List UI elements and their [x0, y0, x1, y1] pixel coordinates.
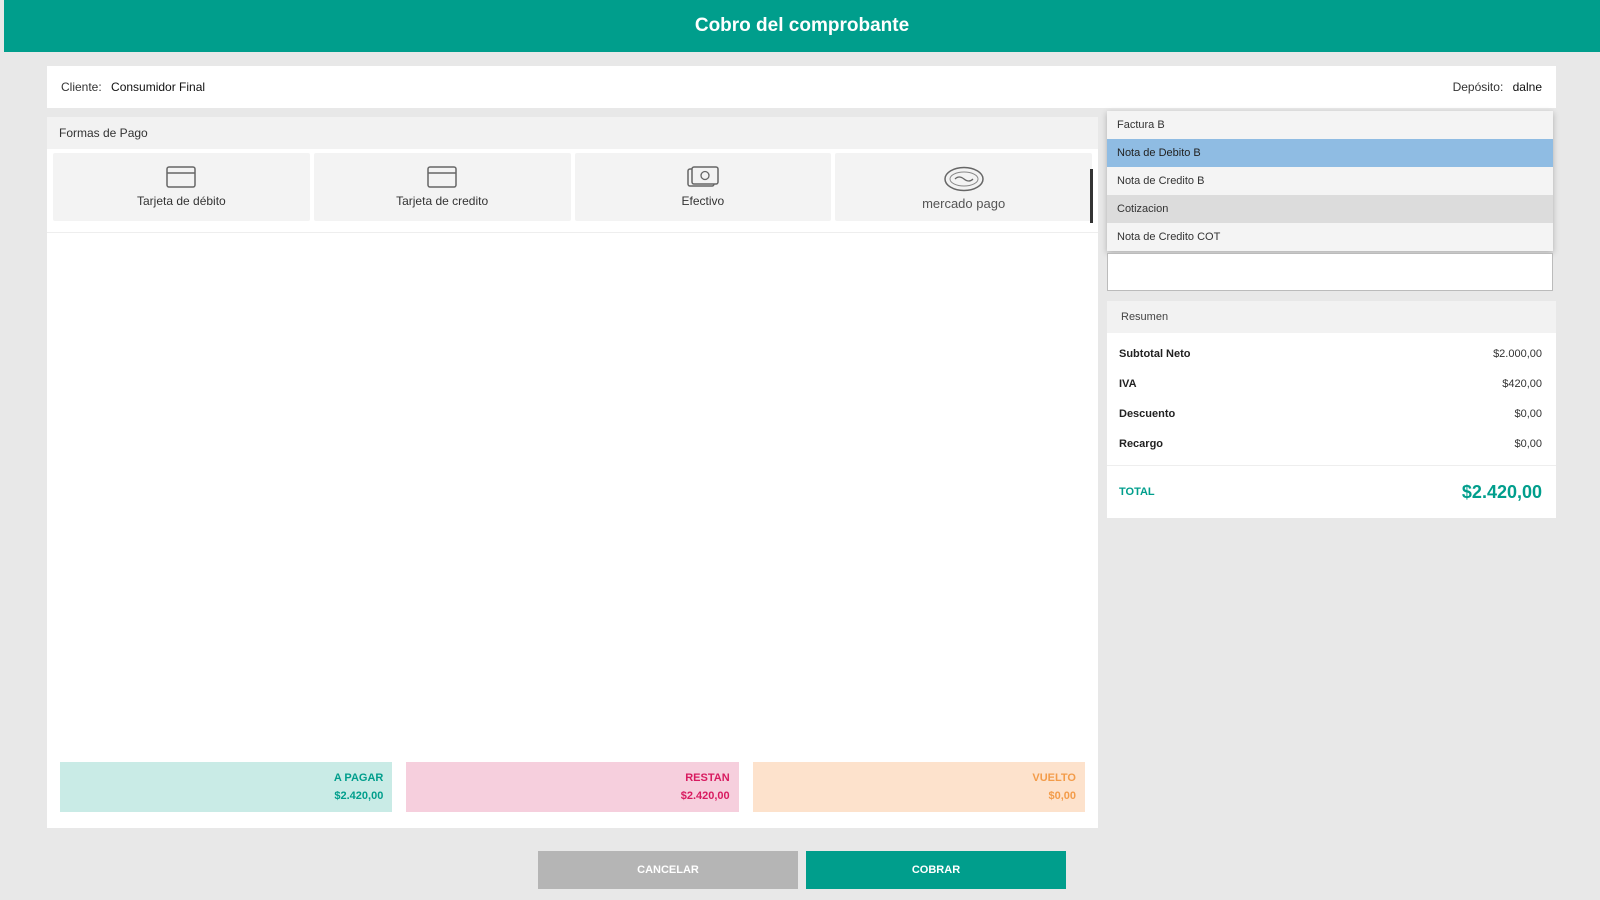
summary-row-label: IVA: [1119, 378, 1137, 390]
payment-method-cash[interactable]: Efectivo: [574, 153, 832, 221]
deposit-info: Depósito: dalne: [1453, 80, 1542, 94]
dialog-title-bar: Cobro del comprobante: [4, 0, 1600, 52]
remaining-value: $2.420,00: [680, 790, 730, 802]
summary-header: Resumen: [1107, 301, 1556, 333]
voucher-type-dropdown[interactable]: Factura B Nota de Debito B Nota de Credi…: [1107, 111, 1553, 251]
payment-method-debit-card[interactable]: Tarjeta de débito: [53, 153, 310, 221]
methods-scrollbar[interactable]: [1090, 169, 1093, 223]
payment-method-label: Efectivo: [681, 194, 725, 208]
credit-card-icon: [166, 166, 197, 188]
dialog-title: Cobro del comprobante: [694, 15, 910, 36]
deposit-label: Depósito:: [1452, 80, 1504, 94]
summary-row-value: $0,00: [1514, 408, 1542, 420]
voucher-option[interactable]: Factura B: [1107, 111, 1553, 139]
methods-divider: [47, 221, 1098, 233]
voucher-type-select[interactable]: [1107, 253, 1553, 291]
remaining-label: RESTAN: [685, 772, 730, 784]
remaining-box: RESTAN $2.420,00: [406, 762, 739, 812]
summary-row-discount: Descuento $0,00: [1107, 399, 1556, 429]
summary-row-value: $420,00: [1502, 378, 1542, 390]
amount-summary: A PAGAR $2.420,00 RESTAN $2.420,00 VUELT…: [60, 762, 1085, 812]
summary-row-label: Recargo: [1119, 438, 1164, 450]
total-value: $2.420,00: [1461, 481, 1542, 502]
charge-button[interactable]: COBRAR: [806, 851, 1066, 889]
summary-row-surcharge: Recargo $0,00: [1107, 429, 1556, 459]
summary-row-iva: IVA $420,00: [1107, 369, 1556, 399]
mercado-pago-logo: [943, 166, 984, 191]
payment-methods-list: Tarjeta de débito Tarjeta de credito Efe…: [47, 149, 1098, 221]
mercado-pago-text: mercado pago: [922, 195, 1006, 211]
summary-total-row: TOTAL $2.420,00: [1107, 466, 1556, 518]
voucher-option-selected[interactable]: Nota de Debito B: [1107, 139, 1553, 167]
credit-card-icon: [427, 166, 457, 188]
total-label: TOTAL: [1119, 486, 1155, 498]
voucher-option-hovered[interactable]: Cotizacion: [1107, 195, 1553, 223]
summary-row-label: Descuento: [1119, 408, 1176, 420]
payment-method-label: Tarjeta de credito: [396, 194, 489, 208]
client-info: Cliente: Consumidor Final: [61, 80, 205, 94]
summary-row-value: $0,00: [1514, 438, 1542, 450]
summary-row-value: $2.000,00: [1493, 348, 1542, 360]
to-pay-value: $2.420,00: [334, 790, 384, 802]
client-info-bar: Cliente: Consumidor Final Depósito: daln…: [47, 66, 1556, 108]
payment-panel: Formas de Pago Tarjeta de débito Tarjeta…: [47, 117, 1098, 828]
change-box: VUELTO $0,00: [752, 762, 1085, 812]
to-pay-label: A PAGAR: [333, 772, 384, 784]
payment-methods-header: Formas de Pago: [47, 117, 1098, 149]
to-pay-box: A PAGAR $2.420,00: [60, 762, 393, 812]
payment-method-credit-card[interactable]: Tarjeta de credito: [313, 153, 571, 221]
payment-methods-title: Formas de Pago: [59, 126, 148, 140]
summary-card: Resumen Subtotal Neto $2.000,00 IVA $420…: [1107, 301, 1556, 518]
change-label: VUELTO: [1032, 772, 1076, 784]
voucher-option[interactable]: Nota de Credito B: [1107, 167, 1553, 195]
cash-icon: [687, 166, 719, 187]
summary-row-label: Subtotal Neto: [1119, 348, 1191, 360]
deposit-value: dalne: [1512, 80, 1542, 94]
cancel-button[interactable]: CANCELAR: [538, 851, 798, 889]
payment-method-label: Tarjeta de débito: [137, 194, 226, 208]
client-value: Consumidor Final: [111, 80, 206, 94]
payment-method-mercado-pago[interactable]: mercado pago: [835, 153, 1092, 221]
right-column: Factura B Nota de Debito B Nota de Credi…: [1107, 111, 1556, 518]
change-value: $0,00: [1048, 790, 1076, 802]
summary-row-subtotal: Subtotal Neto $2.000,00: [1107, 339, 1556, 369]
summary-title: Resumen: [1121, 311, 1169, 323]
voucher-option[interactable]: Nota de Credito COT: [1107, 223, 1553, 251]
summary-rows: Subtotal Neto $2.000,00 IVA $420,00 Desc…: [1107, 333, 1556, 466]
client-label: Cliente:: [61, 80, 102, 94]
